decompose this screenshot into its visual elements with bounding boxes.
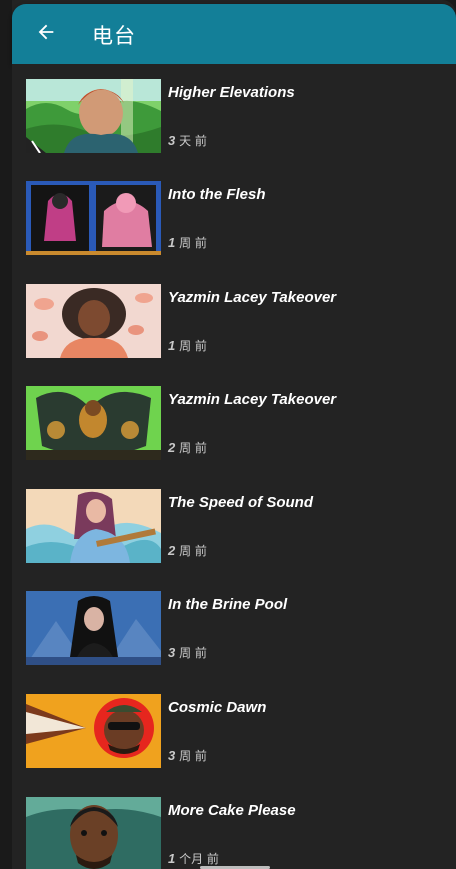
age-number: 1 — [168, 235, 176, 250]
app-window: 电台 Higher Elevations 3 天 前 Into the Fles… — [0, 0, 456, 869]
episode-title: Yazmin Lacey Takeover — [168, 289, 337, 306]
episode-thumbnail — [26, 797, 161, 869]
episode-title: The Speed of Sound — [168, 494, 313, 511]
episode-age: 1 周 前 — [168, 337, 207, 354]
episode-item[interactable]: Yazmin Lacey Takeover 1 周 前 — [12, 269, 456, 371]
episode-age: 3 天 前 — [168, 132, 207, 149]
episode-item[interactable]: Into the Flesh 1 周 前 — [12, 166, 456, 268]
episode-title: Into the Flesh — [168, 186, 266, 203]
episode-item[interactable]: In the Brine Pool 3 周 前 — [12, 576, 456, 678]
age-unit: 周 前 — [179, 544, 207, 558]
arrow-left-icon — [35, 21, 57, 47]
episode-list[interactable]: Higher Elevations 3 天 前 Into the Flesh 1… — [12, 64, 456, 869]
age-number: 3 — [168, 645, 176, 660]
age-unit: 周 前 — [179, 749, 207, 763]
age-unit: 天 前 — [179, 134, 207, 148]
episode-thumbnail — [26, 79, 161, 153]
age-number: 2 — [168, 543, 176, 558]
episode-item[interactable]: More Cake Please 1 个月 前 — [12, 782, 456, 869]
episode-age: 3 周 前 — [168, 747, 207, 764]
left-edge — [0, 0, 12, 869]
episode-age: 1 个月 前 — [168, 850, 219, 867]
episode-item[interactable]: The Speed of Sound 2 周 前 — [12, 474, 456, 576]
episode-item[interactable]: Cosmic Dawn 3 周 前 — [12, 679, 456, 781]
age-number: 1 — [168, 851, 176, 866]
episode-age: 1 周 前 — [168, 234, 207, 251]
episode-title: In the Brine Pool — [168, 596, 288, 613]
episode-thumbnail — [26, 181, 161, 255]
episode-thumbnail — [26, 284, 161, 358]
age-unit: 周 前 — [179, 339, 207, 353]
episode-age: 2 周 前 — [168, 542, 207, 559]
age-number: 1 — [168, 338, 176, 353]
age-unit: 个月 前 — [179, 852, 219, 866]
episode-title: Yazmin Lacey Takeover — [168, 391, 337, 408]
episode-item[interactable]: Yazmin Lacey Takeover 2 周 前 — [12, 371, 456, 473]
age-number: 3 — [168, 133, 176, 148]
age-number: 3 — [168, 748, 176, 763]
episode-age: 2 周 前 — [168, 439, 207, 456]
episode-age: 3 周 前 — [168, 644, 207, 661]
age-unit: 周 前 — [179, 236, 207, 250]
back-button[interactable] — [30, 18, 62, 50]
age-unit: 周 前 — [179, 441, 207, 455]
episode-item[interactable]: Higher Elevations 3 天 前 — [12, 64, 456, 166]
episode-title: Cosmic Dawn — [168, 699, 267, 716]
episode-thumbnail — [26, 386, 161, 460]
app-bar: 电台 — [12, 4, 456, 64]
episode-thumbnail — [26, 489, 161, 563]
page-title: 电台 — [92, 24, 136, 48]
episode-thumbnail — [26, 591, 161, 665]
episode-title: More Cake Please — [168, 802, 296, 819]
episode-thumbnail — [26, 694, 161, 768]
age-unit: 周 前 — [179, 646, 207, 660]
age-number: 2 — [168, 440, 176, 455]
episode-title: Higher Elevations — [168, 84, 295, 101]
